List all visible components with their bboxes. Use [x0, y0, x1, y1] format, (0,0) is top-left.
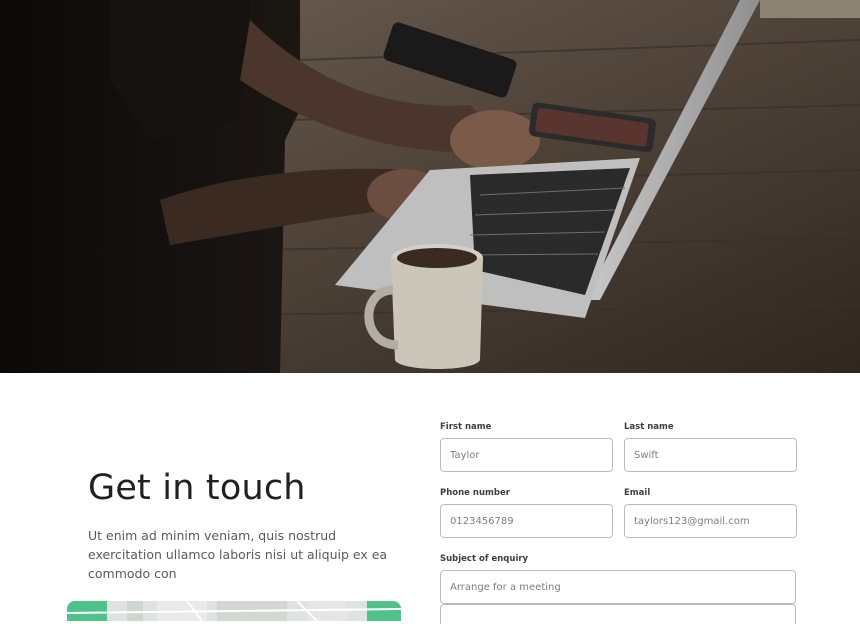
- message-textarea[interactable]: [440, 604, 796, 624]
- contact-description: Ut enim ad minim veniam, quis nostrud ex…: [88, 528, 388, 581]
- phone-input[interactable]: [440, 504, 613, 538]
- subject-group: Subject of enquiry: [440, 554, 796, 604]
- email-label: Email: [624, 488, 651, 498]
- hero-image: [0, 0, 860, 373]
- phone-label: Phone number: [440, 488, 510, 498]
- first-name-label: First name: [440, 422, 492, 432]
- last-name-group: Last name: [624, 422, 797, 472]
- person-typing-laptop-photo: [0, 0, 860, 373]
- last-name-label: Last name: [624, 422, 674, 432]
- map-preview: [67, 601, 401, 621]
- page-title: Get in touch: [88, 468, 306, 508]
- email-input[interactable]: [624, 504, 797, 538]
- email-group: Email: [624, 488, 797, 538]
- map-thumbnail: [67, 601, 401, 621]
- first-name-group: First name: [440, 422, 613, 472]
- contact-section: Get in touch Ut enim ad minim veniam, qu…: [0, 373, 860, 621]
- contact-form: First name Last name Phone number Email …: [440, 422, 800, 620]
- last-name-input[interactable]: [624, 438, 797, 472]
- first-name-input[interactable]: [440, 438, 613, 472]
- subject-input[interactable]: [440, 570, 796, 604]
- phone-group: Phone number: [440, 488, 613, 538]
- contact-intro: Get in touch Ut enim ad minim veniam, qu…: [88, 468, 398, 583]
- subject-label: Subject of enquiry: [440, 554, 529, 564]
